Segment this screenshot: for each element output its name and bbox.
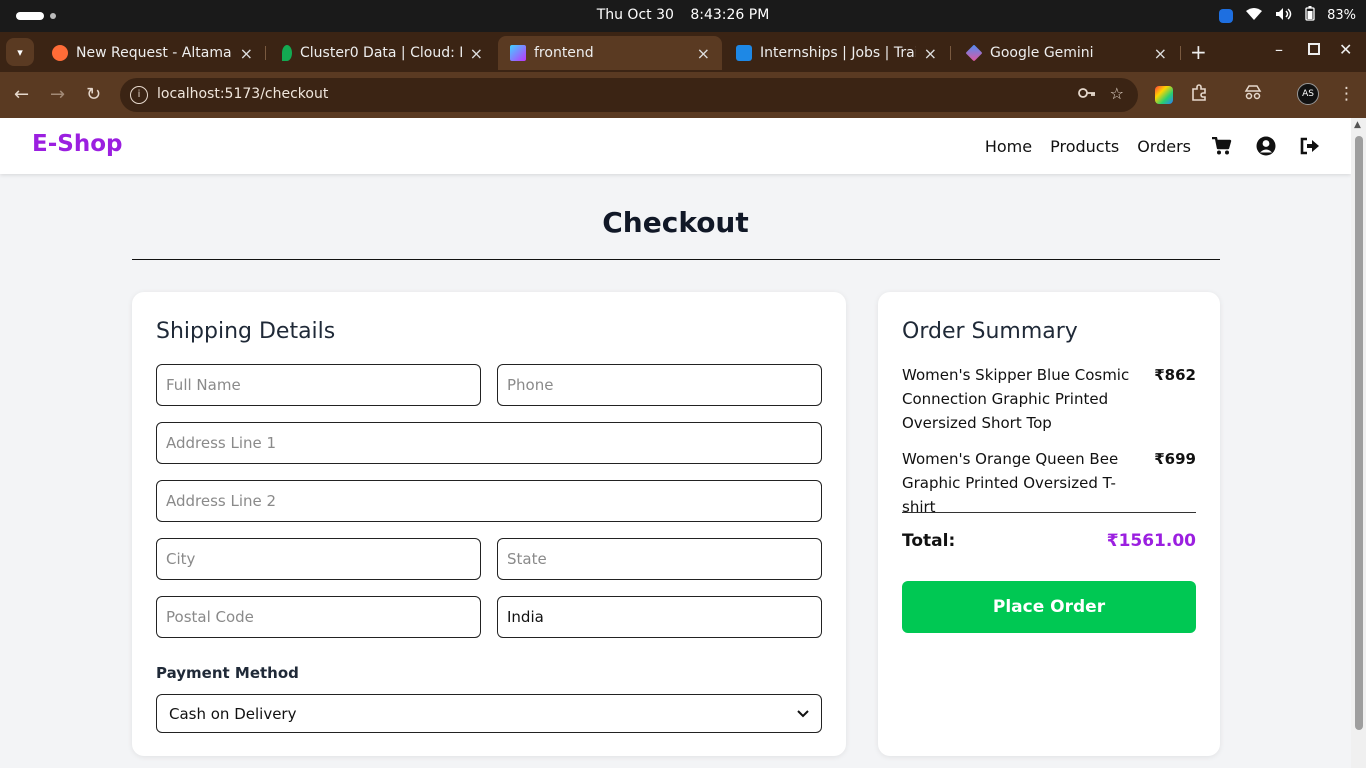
brand-logo[interactable]: E-Shop bbox=[32, 131, 122, 157]
address-line-2-input[interactable] bbox=[156, 480, 822, 522]
os-time: 8:43:26 PM bbox=[690, 7, 770, 23]
page-scrollbar[interactable]: ▲ bbox=[1351, 118, 1366, 768]
chevron-down-icon bbox=[797, 707, 809, 721]
address-bar[interactable]: i localhost:5173/checkout ☆ bbox=[120, 78, 1138, 112]
summary-item-name: Women's Skipper Blue Cosmic Connection G… bbox=[902, 366, 1130, 432]
logout-icon[interactable] bbox=[1297, 133, 1323, 159]
system-tray[interactable]: 83% bbox=[1219, 6, 1356, 25]
minimize-icon[interactable]: – bbox=[1275, 40, 1283, 59]
browser-tab-internshala[interactable]: Internships | Jobs | Training × bbox=[724, 36, 949, 70]
summary-item-name: Women's Orange Queen Bee Graphic Printed… bbox=[902, 450, 1119, 516]
password-key-icon[interactable] bbox=[1077, 84, 1096, 103]
title-divider bbox=[132, 259, 1220, 260]
close-window-icon[interactable]: ✕ bbox=[1339, 40, 1352, 59]
total-label: Total: bbox=[902, 531, 956, 551]
scroll-thumb[interactable] bbox=[1355, 136, 1363, 730]
nav-link-products[interactable]: Products bbox=[1050, 137, 1119, 156]
reload-icon[interactable]: ↻ bbox=[86, 84, 101, 105]
payment-method-select[interactable]: Cash on Delivery bbox=[156, 694, 822, 733]
user-account-icon[interactable] bbox=[1253, 133, 1279, 159]
mongodb-leaf-favicon-icon bbox=[282, 45, 292, 61]
os-date: Thu Oct 30 bbox=[596, 7, 674, 23]
site-info-icon[interactable]: i bbox=[130, 86, 148, 104]
extensions-puzzle-icon[interactable] bbox=[1190, 84, 1208, 107]
browser-tab-postman[interactable]: New Request - Altamash × bbox=[40, 36, 265, 70]
page-viewport: E-Shop Home Products Orders Checkout Shi… bbox=[0, 118, 1351, 768]
back-arrow-icon[interactable]: ← bbox=[14, 84, 29, 105]
tab-close-icon[interactable]: × bbox=[470, 44, 483, 63]
postman-favicon-icon bbox=[52, 45, 68, 61]
order-summary-card: Order Summary Women's Skipper Blue Cosmi… bbox=[878, 292, 1220, 756]
postal-code-input[interactable] bbox=[156, 596, 481, 638]
tab-title: Google Gemini bbox=[990, 45, 1094, 61]
tab-search-chevron-down-icon[interactable]: ▾ bbox=[6, 38, 34, 66]
browser-menu-kebab-icon[interactable]: ⋮ bbox=[1338, 84, 1355, 104]
gemini-sparkle-favicon-icon bbox=[965, 44, 983, 62]
address-line-1-input[interactable] bbox=[156, 422, 822, 464]
payment-method-label: Payment Method bbox=[156, 664, 299, 682]
maximize-icon[interactable] bbox=[1308, 40, 1320, 59]
nav-links: Home Products Orders bbox=[985, 133, 1323, 159]
battery-icon bbox=[1305, 6, 1315, 25]
wifi-icon bbox=[1245, 7, 1263, 25]
shipping-details-card: Shipping Details Payment Method Cash on … bbox=[132, 292, 846, 756]
battery-percent: 83% bbox=[1327, 8, 1356, 23]
tab-title: Internships | Jobs | Training bbox=[760, 45, 916, 61]
full-name-input[interactable] bbox=[156, 364, 481, 406]
os-top-bar: Thu Oct 30 8:43:26 PM 83% bbox=[0, 0, 1366, 32]
state-input[interactable] bbox=[497, 538, 822, 580]
shipping-heading: Shipping Details bbox=[156, 319, 336, 344]
nav-link-home[interactable]: Home bbox=[985, 137, 1032, 156]
volume-icon bbox=[1275, 7, 1293, 25]
site-navbar: E-Shop Home Products Orders bbox=[0, 118, 1351, 174]
total-value: ₹1561.00 bbox=[1106, 531, 1196, 551]
browser-tab-gemini[interactable]: Google Gemini × bbox=[954, 36, 1179, 70]
page-title: Checkout bbox=[602, 206, 749, 239]
app-indicator-icon[interactable] bbox=[1219, 8, 1234, 23]
tab-title: Cluster0 Data | Cloud: MongoDB bbox=[300, 45, 462, 61]
browser-tab-strip: ▾ New Request - Altamash × Cluster0 Data… bbox=[0, 32, 1366, 72]
tab-close-icon[interactable]: × bbox=[240, 44, 253, 63]
bookmark-star-icon[interactable]: ☆ bbox=[1110, 84, 1124, 103]
browser-tab-frontend[interactable]: frontend × bbox=[498, 36, 722, 70]
tab-title: New Request - Altamash bbox=[76, 45, 232, 61]
tab-title: frontend bbox=[534, 45, 594, 61]
country-input[interactable] bbox=[497, 596, 822, 638]
os-clock[interactable]: Thu Oct 30 8:43:26 PM bbox=[0, 7, 1366, 23]
nav-link-orders[interactable]: Orders bbox=[1137, 137, 1191, 156]
tab-close-icon[interactable]: × bbox=[1154, 44, 1167, 63]
tab-close-icon[interactable]: × bbox=[697, 44, 710, 63]
place-order-button[interactable]: Place Order bbox=[902, 581, 1196, 633]
tab-separator bbox=[950, 46, 951, 60]
phone-input[interactable] bbox=[497, 364, 822, 406]
order-summary-heading: Order Summary bbox=[902, 319, 1078, 344]
city-input[interactable] bbox=[156, 538, 481, 580]
summary-divider bbox=[902, 512, 1196, 513]
tab-close-icon[interactable]: × bbox=[924, 44, 937, 63]
summary-item: Women's Skipper Blue Cosmic Connection G… bbox=[902, 363, 1196, 435]
tab-separator bbox=[1180, 46, 1181, 60]
summary-item: Women's Orange Queen Bee Graphic Printed… bbox=[902, 447, 1196, 519]
vite-favicon-icon bbox=[510, 45, 526, 61]
incognito-icon[interactable] bbox=[1243, 84, 1263, 105]
cart-icon[interactable] bbox=[1209, 133, 1235, 159]
profile-avatar[interactable]: AS bbox=[1297, 83, 1319, 105]
address-url[interactable]: localhost:5173/checkout bbox=[157, 86, 328, 102]
summary-item-price: ₹699 bbox=[1154, 450, 1196, 468]
summary-item-price: ₹862 bbox=[1154, 366, 1196, 384]
tab-separator bbox=[265, 46, 266, 60]
color-picker-extension-icon[interactable] bbox=[1155, 86, 1173, 104]
browser-tab-mongodb[interactable]: Cluster0 Data | Cloud: MongoDB × bbox=[270, 36, 495, 70]
new-tab-plus-icon[interactable]: + bbox=[1190, 40, 1207, 64]
internshala-favicon-icon bbox=[736, 45, 752, 61]
scroll-up-arrow-icon[interactable]: ▲ bbox=[1354, 120, 1361, 130]
forward-arrow-icon[interactable]: → bbox=[50, 84, 65, 105]
payment-method-value: Cash on Delivery bbox=[169, 704, 297, 723]
